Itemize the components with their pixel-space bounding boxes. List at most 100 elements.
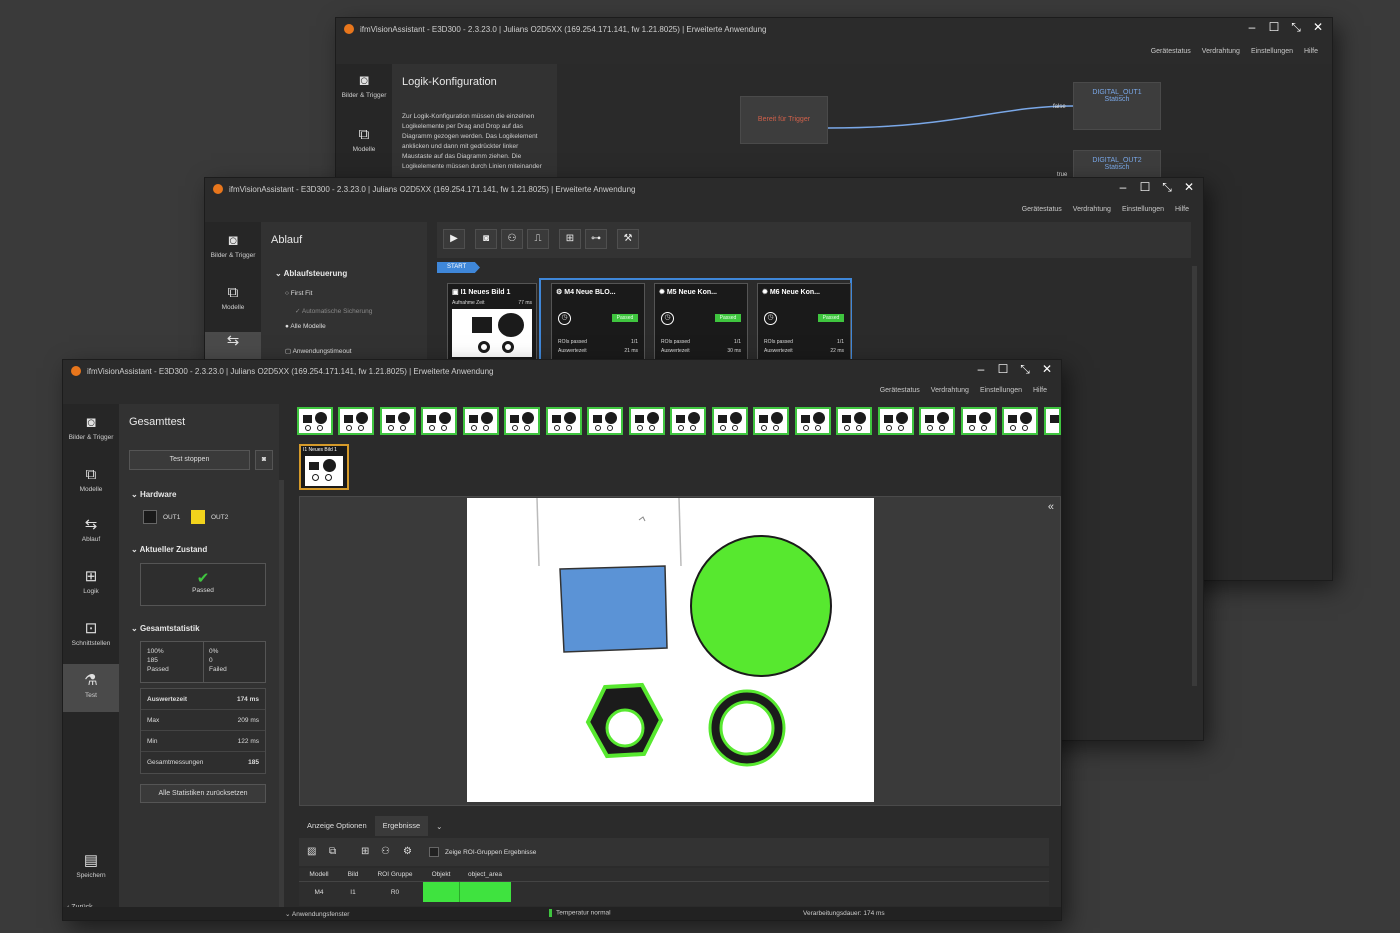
close-icon[interactable]: ✕: [1041, 362, 1053, 377]
nav-models[interactable]: ⧉ Modelle: [336, 126, 392, 154]
results-toolbar: ▨ ⧉ ⊞ ⚇ ⚙ Zeige ROI-Gruppen Ergebnisse: [299, 838, 1049, 866]
maximize-icon[interactable]: ☐: [1139, 180, 1151, 195]
menu-device-status[interactable]: Gerätestatus: [1022, 206, 1062, 220]
menu-device-status[interactable]: Gerätestatus: [1151, 48, 1191, 62]
collapse-icon[interactable]: «: [1048, 501, 1054, 513]
menu-settings[interactable]: Einstellungen: [1251, 48, 1293, 62]
nav-flow[interactable]: ⇆: [205, 332, 261, 362]
nav-flow[interactable]: ⇆ Ablauf: [63, 516, 119, 544]
history-thumb[interactable]: [836, 407, 872, 435]
nav-save[interactable]: ▤ Speichern: [63, 852, 119, 880]
signal-button[interactable]: ⎍: [527, 229, 549, 249]
flow-control-section[interactable]: ⌄ Ablaufsteuerung: [275, 269, 347, 278]
fullscreen-icon[interactable]: ⤡: [1161, 180, 1173, 195]
history-thumb[interactable]: [919, 407, 955, 435]
history-thumb[interactable]: [753, 407, 789, 435]
hardware-section[interactable]: ⌄ Hardware: [131, 490, 176, 499]
object-view-icon[interactable]: ⚙: [403, 846, 412, 857]
model-card-m5[interactable]: ✹ M5 Neue Kon... ◷ Passed ROIs passed 1/1…: [654, 283, 748, 360]
nav-interfaces[interactable]: ⊡ Schnittstellen: [63, 620, 119, 648]
nav-images-trigger[interactable]: ◙ Bilder & Trigger: [205, 232, 261, 260]
model-view-icon[interactable]: ⧉: [329, 846, 336, 857]
menu-wiring[interactable]: Verdrahtung: [1202, 48, 1240, 62]
menu-help[interactable]: Hilfe: [1175, 206, 1189, 220]
image-viewer[interactable]: «: [299, 496, 1061, 806]
roi-groups-checkbox[interactable]: [429, 847, 439, 857]
image-source-thumb[interactable]: I1 Neues Bild 1: [299, 444, 349, 490]
maximize-icon[interactable]: ☐: [997, 362, 1009, 377]
history-thumb[interactable]: [587, 407, 623, 435]
tab-display-options[interactable]: Anzeige Optionen: [299, 816, 375, 836]
model-card-m4[interactable]: ⚙ M4 Neue BLO... ◷ Passed ROIs passed 1/1…: [551, 283, 645, 360]
history-thumb[interactable]: [961, 407, 997, 435]
menu-wiring[interactable]: Verdrahtung: [931, 387, 969, 401]
history-thumb[interactable]: [338, 407, 374, 435]
tools-button[interactable]: ⚒: [617, 229, 639, 249]
option-auto-save[interactable]: ✓ Automatische Sicherung: [295, 307, 372, 315]
roi-view-icon[interactable]: ⊞: [361, 846, 369, 857]
panel-title: Ablauf: [271, 234, 303, 246]
statistics-section[interactable]: ⌄ Gesamtstatistik: [131, 624, 200, 633]
reset-stats-button[interactable]: Alle Statistiken zurücksetzen: [140, 784, 266, 803]
link-button[interactable]: ⊶: [585, 229, 607, 249]
history-thumb[interactable]: [878, 407, 914, 435]
history-thumb[interactable]: [504, 407, 540, 435]
nav-models[interactable]: ⧉ Modelle: [205, 284, 261, 312]
fullscreen-icon[interactable]: ⤡: [1019, 362, 1031, 377]
minimize-icon[interactable]: –: [1246, 20, 1258, 35]
status-app-window[interactable]: ⌄ Anwendungsfenster: [285, 910, 349, 918]
node-label: DIGITAL_OUT1: [1092, 89, 1142, 96]
add-model-button[interactable]: ⊞: [559, 229, 581, 249]
stop-test-button[interactable]: Test stoppen: [129, 450, 250, 470]
menu-settings[interactable]: Einstellungen: [1122, 206, 1164, 220]
menu-device-status[interactable]: Gerätestatus: [880, 387, 920, 401]
history-thumb[interactable]: [380, 407, 416, 435]
image-view-icon[interactable]: ▨: [307, 846, 316, 857]
menu-settings[interactable]: Einstellungen: [980, 387, 1022, 401]
current-state-section[interactable]: ⌄ Aktueller Zustand: [131, 545, 207, 554]
nav-logic[interactable]: ⊞ Logik: [63, 568, 119, 596]
camera-button[interactable]: ◙: [475, 229, 497, 249]
vertical-scrollbar[interactable]: [1192, 266, 1197, 686]
option-all-models[interactable]: ● Alle Modelle: [285, 323, 326, 330]
history-thumb[interactable]: [629, 407, 665, 435]
nav-models[interactable]: ⧉ Modelle: [63, 466, 119, 494]
history-thumb[interactable]: [712, 407, 748, 435]
history-thumb[interactable]: [670, 407, 706, 435]
group-view-icon[interactable]: ⚇: [381, 846, 390, 857]
maximize-icon[interactable]: ☐: [1268, 20, 1280, 35]
close-icon[interactable]: ✕: [1183, 180, 1195, 195]
history-thumb[interactable]: [1044, 407, 1061, 435]
history-thumb[interactable]: [795, 407, 831, 435]
play-button[interactable]: ▶: [443, 229, 465, 249]
option-app-timeout[interactable]: ▢ Anwendungstimeout: [285, 347, 352, 355]
nav-label: Bilder & Trigger: [210, 252, 256, 259]
nav-test[interactable]: ⚗ Test: [63, 664, 119, 712]
model-card-m6[interactable]: ✹ M6 Neue Kon... ◷ Passed ROIs passed 1/1…: [757, 283, 851, 360]
close-icon[interactable]: ✕: [1312, 20, 1324, 35]
image-card[interactable]: ▣ I1 Neues Bild 1 Aufnahme Zeit 77 ms: [447, 283, 537, 360]
snapshot-button[interactable]: ◙: [255, 450, 273, 470]
history-thumb[interactable]: [463, 407, 499, 435]
group-button[interactable]: ⚇: [501, 229, 523, 249]
menu-wiring[interactable]: Verdrahtung: [1073, 206, 1111, 220]
option-first-fit[interactable]: ○ First Fit: [285, 290, 312, 297]
minimize-icon[interactable]: –: [1117, 180, 1129, 195]
history-thumb[interactable]: [1002, 407, 1038, 435]
table-row[interactable]: M4 I1 R0: [299, 882, 1049, 902]
menu-help[interactable]: Hilfe: [1304, 48, 1318, 62]
history-thumb[interactable]: [546, 407, 582, 435]
model-icon: ⧉: [85, 466, 97, 483]
history-thumb[interactable]: [421, 407, 457, 435]
trigger-node[interactable]: Bereit für Trigger: [740, 96, 828, 144]
expand-icon[interactable]: ⌄: [428, 822, 450, 831]
tab-results[interactable]: Ergebnisse: [374, 816, 429, 836]
minimize-icon[interactable]: –: [975, 362, 987, 377]
nav-images-trigger[interactable]: ◙ Bilder & Trigger: [336, 72, 392, 100]
menu-help[interactable]: Hilfe: [1033, 387, 1047, 401]
panel-scrollbar[interactable]: [279, 480, 284, 910]
nav-images-trigger[interactable]: ◙ Bilder & Trigger: [63, 414, 119, 442]
fullscreen-icon[interactable]: ⤡: [1290, 20, 1302, 35]
history-thumb[interactable]: [297, 407, 333, 435]
digital-out1-node[interactable]: DIGITAL_OUT1 Statisch: [1073, 82, 1161, 130]
